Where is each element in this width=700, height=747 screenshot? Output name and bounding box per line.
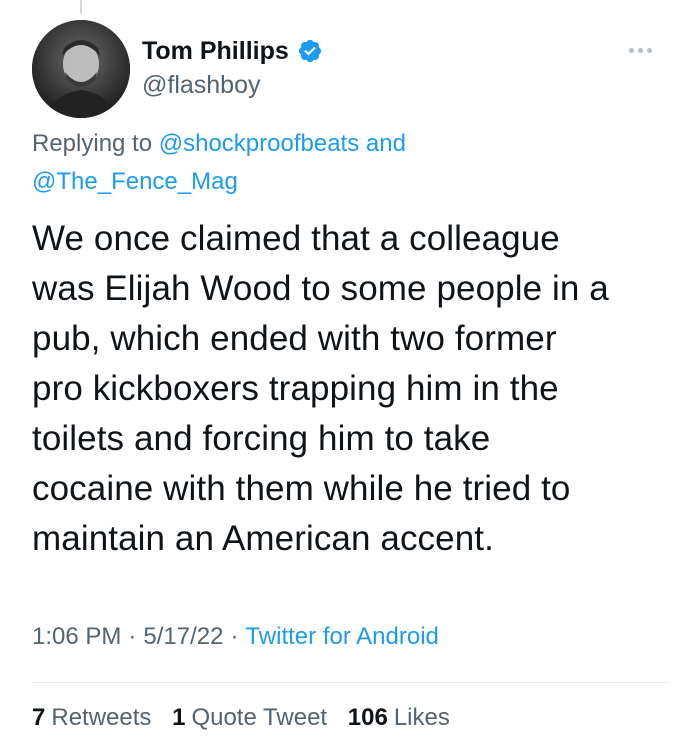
- replying-to: Replying to @shockproofbeats and @The_Fe…: [32, 125, 652, 201]
- likes-stat[interactable]: 106 Likes: [348, 704, 450, 731]
- display-name[interactable]: Tom Phillips: [142, 37, 289, 66]
- author-names: Tom Phillips @flashboy: [142, 35, 323, 100]
- retweets-count: 7: [32, 704, 46, 731]
- avatar[interactable]: [32, 20, 130, 118]
- tweet-source[interactable]: Twitter for Android: [245, 623, 438, 650]
- dot: [628, 47, 634, 53]
- display-name-row: Tom Phillips: [142, 35, 323, 67]
- more-options-icon[interactable]: [622, 40, 658, 60]
- likes-count: 106: [347, 704, 388, 731]
- tweet-line: maintain an American accent.: [32, 519, 494, 558]
- quote-tweets-count: 1: [172, 704, 186, 731]
- tweet-line: cocaine with them while he tried to: [32, 469, 571, 508]
- tweet-line: was Elijah Wood to some people in a: [32, 269, 609, 308]
- replying-connector: and: [365, 130, 406, 157]
- tweet-stats: 7 Retweets 1 Quote Tweet 106 Likes: [32, 704, 464, 732]
- author-handle[interactable]: @flashboy: [142, 71, 323, 100]
- likes-label: Likes: [393, 704, 450, 731]
- tweet-line: We once claimed that a colleague: [32, 219, 560, 258]
- divider: [32, 682, 670, 683]
- mention-the-fence-mag[interactable]: @The_Fence_Mag: [32, 168, 238, 195]
- tweet-text: We once claimed that a colleague was Eli…: [32, 214, 682, 564]
- separator-dot: ·: [230, 623, 239, 650]
- quote-tweets-stat[interactable]: 1 Quote Tweet: [172, 704, 327, 731]
- separator-dot: ·: [128, 623, 137, 650]
- retweets-stat[interactable]: 7 Retweets: [32, 704, 151, 731]
- quote-tweets-label: Quote Tweet: [191, 704, 328, 731]
- dot: [637, 47, 643, 53]
- tweet-line: pub, which ended with two former: [32, 319, 557, 358]
- dot: [646, 47, 652, 53]
- tweet-date[interactable]: 5/17/22: [143, 623, 223, 650]
- tweet-header: Tom Phillips @flashboy: [32, 20, 670, 120]
- tweet-time[interactable]: 1:06 PM: [32, 623, 121, 650]
- mention-shockproofbeats[interactable]: @shockproofbeats: [159, 130, 359, 157]
- replying-prefix: Replying to: [32, 130, 153, 157]
- tweet-metadata: 1:06 PM · 5/17/22 · Twitter for Android: [32, 623, 439, 651]
- retweets-label: Retweets: [51, 704, 152, 731]
- tweet-line: toilets and forcing him to take: [32, 419, 491, 458]
- thread-connector-line: [80, 0, 82, 14]
- verified-badge-icon: [297, 38, 323, 64]
- tweet-line: pro kickboxers trapping him in the: [32, 369, 559, 408]
